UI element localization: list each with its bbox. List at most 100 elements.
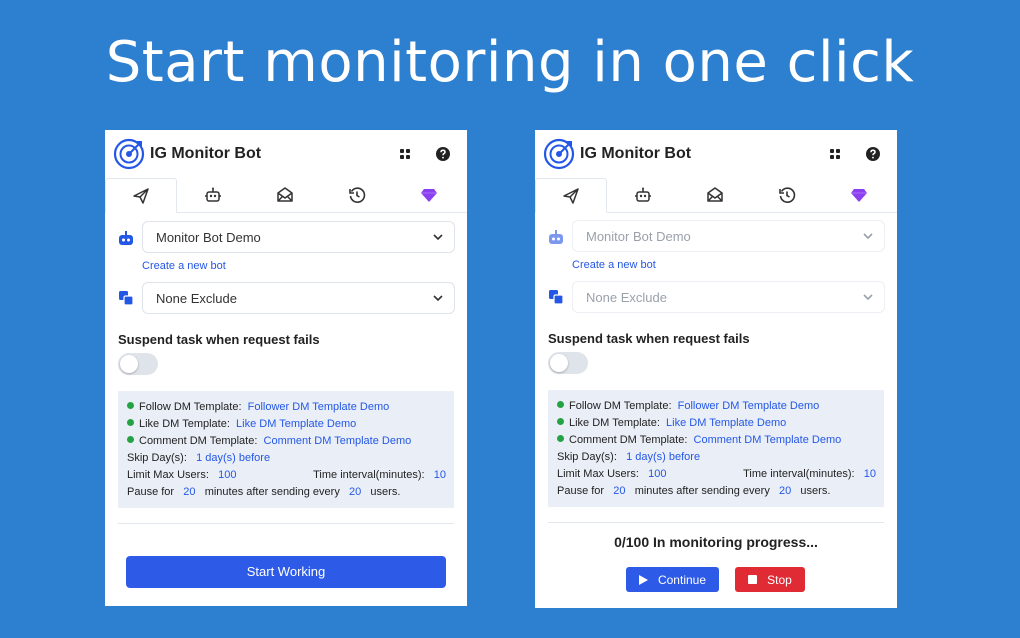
panel-header: IG Monitor Bot [105,130,467,178]
toggle-knob [550,354,568,372]
interval-label: Time interval(minutes): [743,468,855,480]
suspend-toggle[interactable] [548,352,588,374]
help-icon[interactable] [865,146,881,162]
tab-bar [535,178,897,213]
follow-template-link[interactable]: Follower DM Template Demo [678,400,820,412]
exclude-select[interactable]: None Exclude [142,282,455,314]
history-icon [779,187,796,203]
diamond-icon [421,189,437,202]
continue-button[interactable]: Continue [626,567,719,592]
target-icon [113,138,145,170]
pause-middle: minutes after sending every [634,485,770,497]
help-icon[interactable] [435,146,451,162]
robot-icon [549,230,563,244]
interval-value: 10 [433,469,446,481]
suspend-label: Suspend task when request fails [548,331,750,346]
tab-history[interactable] [321,178,393,212]
bot-select[interactable]: Monitor Bot Demo [142,221,455,253]
app-title: IG Monitor Bot [580,145,692,162]
chevron-down-icon [433,234,443,241]
skip-days-line: Skip Day(s): 1 day(s) before [127,452,270,464]
tab-mail[interactable] [249,178,321,212]
continue-button-label: Continue [657,572,707,587]
exclude-select-value: None Exclude [156,291,237,306]
skip-days-value: 1 day(s) before [196,452,271,464]
pause-line: Pause for 20 minutes after sending every… [557,485,830,497]
status-dot [127,436,134,443]
pause-users-value: 20 [779,485,792,497]
comment-template-label: Comment DM Template: [139,435,258,447]
tab-bot[interactable] [607,178,679,212]
interval-line: Time interval(minutes): 10 [743,468,876,480]
extension-panel-running: IG Monitor Bot Monitor Bot Demo Create a… [535,130,897,608]
create-bot-link[interactable]: Create a new bot [142,260,226,272]
interval-line: Time interval(minutes): 10 [313,469,446,481]
robot-icon [205,187,221,202]
like-template-link[interactable]: Like DM Template Demo [236,418,356,430]
pause-users-value: 20 [349,486,362,498]
comment-template-link[interactable]: Comment DM Template Demo [264,435,412,447]
comment-template-label: Comment DM Template: [569,434,688,446]
settings-summary: Follow DM Template: Follower DM Template… [118,391,454,508]
interval-label: Time interval(minutes): [313,469,425,481]
diamond-icon [851,189,867,202]
pause-minutes-value: 20 [613,485,626,497]
pause-middle: minutes after sending every [204,486,340,498]
skip-days-label: Skip Day(s): [127,452,187,464]
stop-button[interactable]: Stop [735,567,805,592]
follow-template-link[interactable]: Follower DM Template Demo [248,401,390,413]
limit-users-line: Limit Max Users: 100 [127,469,236,481]
target-icon [543,138,575,170]
status-dot [557,418,564,425]
stop-icon [748,575,758,584]
follow-template-label: Follow DM Template: [569,400,672,412]
extension-panel-idle: IG Monitor Bot Monitor Bot Demo Create a… [105,130,467,606]
bot-select: Monitor Bot Demo [572,220,885,252]
tab-history[interactable] [751,178,823,212]
skip-days-label: Skip Day(s): [557,451,617,463]
tab-send[interactable] [535,178,607,213]
tab-premium[interactable] [393,178,465,212]
headline: Start monitoring in one click [105,30,915,95]
play-icon [638,574,648,585]
comment-template-link[interactable]: Comment DM Template Demo [694,434,842,446]
status-dot [127,402,134,409]
start-working-button[interactable]: Start Working [126,556,446,588]
chevron-down-icon [433,295,443,302]
envelope-open-icon [707,187,723,202]
pause-prefix: Pause for [127,486,175,498]
tab-bot[interactable] [177,178,249,212]
limit-users-value: 100 [218,469,237,481]
pause-prefix: Pause for [557,485,605,497]
like-template-line: Like DM Template: Like DM Template Demo [127,418,356,430]
settings-summary: Follow DM Template: Follower DM Template… [548,390,884,507]
envelope-open-icon [277,187,293,202]
status-dot [557,401,564,408]
toggle-knob [120,355,138,373]
copy-icon [549,290,564,305]
tab-premium[interactable] [823,178,895,212]
create-bot-link[interactable]: Create a new bot [572,259,656,271]
like-template-link[interactable]: Like DM Template Demo [666,417,786,429]
exclude-select: None Exclude [572,281,885,313]
progress-status: 0/100 In monitoring progress... [614,534,818,550]
follow-template-line: Follow DM Template: Follower DM Template… [127,401,389,413]
follow-template-line: Follow DM Template: Follower DM Template… [557,400,819,412]
robot-icon [635,187,651,202]
suspend-toggle[interactable] [118,353,158,375]
panel-header: IG Monitor Bot [535,130,897,178]
follow-template-label: Follow DM Template: [139,401,242,413]
tab-send[interactable] [105,178,177,213]
limit-users-label: Limit Max Users: [127,469,209,481]
divider [548,522,884,523]
history-icon [349,187,366,203]
pause-minutes-value: 20 [183,486,196,498]
like-template-line: Like DM Template: Like DM Template Demo [557,417,786,429]
status-dot [127,419,134,426]
tab-mail[interactable] [679,178,751,212]
pause-line: Pause for 20 minutes after sending every… [127,486,400,498]
chevron-down-icon [863,233,873,240]
pause-suffix: users. [370,486,401,498]
grid-icon[interactable] [827,146,843,162]
grid-icon[interactable] [397,146,413,162]
